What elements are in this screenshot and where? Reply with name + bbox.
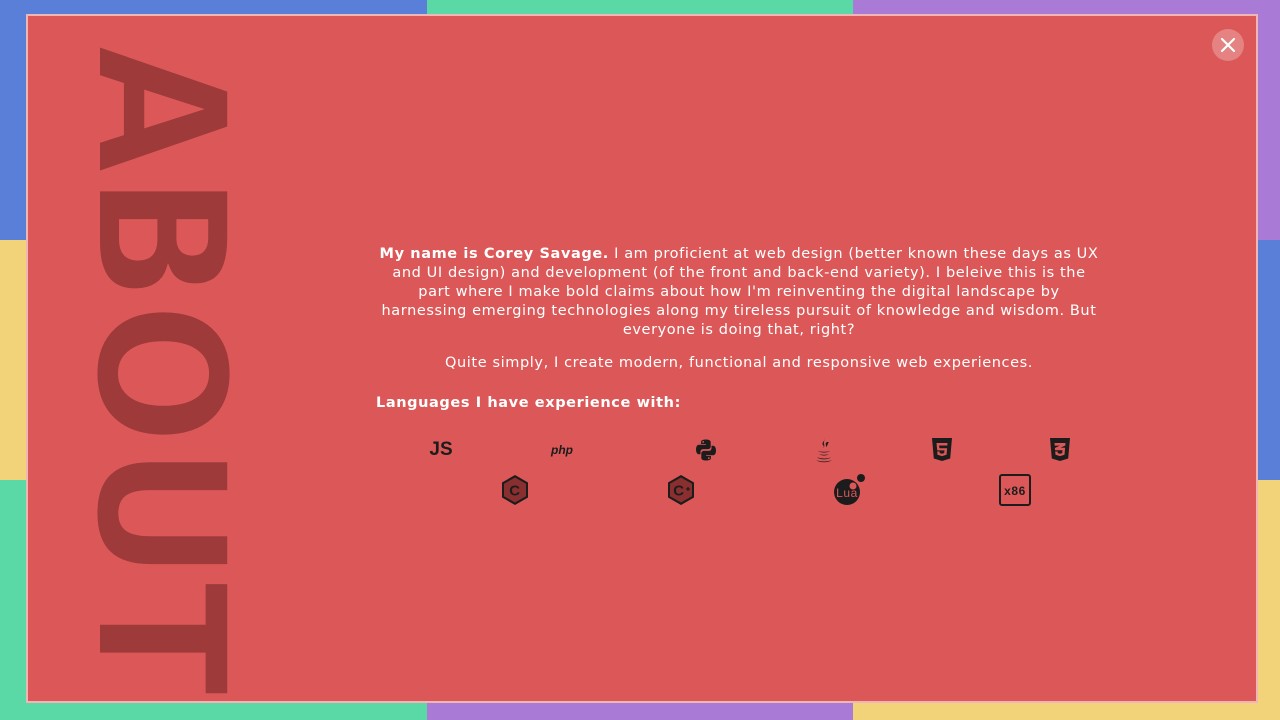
svg-text:Lua: Lua: [836, 486, 858, 500]
cplusplus-icon: C: [666, 473, 696, 507]
svg-text:x86: x86: [1004, 484, 1026, 498]
about-modal: ABOUT My name is Corey Savage. I am prof…: [26, 14, 1258, 703]
css3-icon: [1046, 435, 1074, 465]
php-icon: php: [551, 443, 573, 457]
lua-icon: Lua: [831, 473, 867, 507]
javascript-icon: JS: [429, 439, 453, 460]
languages-row: JS php: [376, 435, 1102, 465]
java-icon: [810, 435, 838, 465]
c-icon: C: [500, 473, 530, 507]
x86-icon: x86: [998, 473, 1032, 507]
close-icon: [1220, 37, 1236, 53]
html5-icon: [928, 435, 956, 465]
tagline: Quite simply, I create modern, functiona…: [445, 355, 1033, 371]
about-content: My name is Corey Savage. I am proficient…: [376, 245, 1102, 506]
languages-row: C C Lua x86: [376, 473, 1102, 507]
close-button[interactable]: [1212, 29, 1244, 61]
intro-name: My name is Corey Savage.: [379, 246, 609, 262]
svg-text:ABOUT: ABOUT: [88, 44, 238, 696]
languages-title: Languages I have experience with:: [376, 395, 681, 411]
svg-text:C: C: [509, 483, 520, 500]
section-title: ABOUT: [88, 44, 238, 698]
intro-paragraph: My name is Corey Savage. I am proficient…: [376, 245, 1102, 340]
python-icon: [692, 435, 720, 465]
svg-text:C: C: [673, 483, 684, 500]
